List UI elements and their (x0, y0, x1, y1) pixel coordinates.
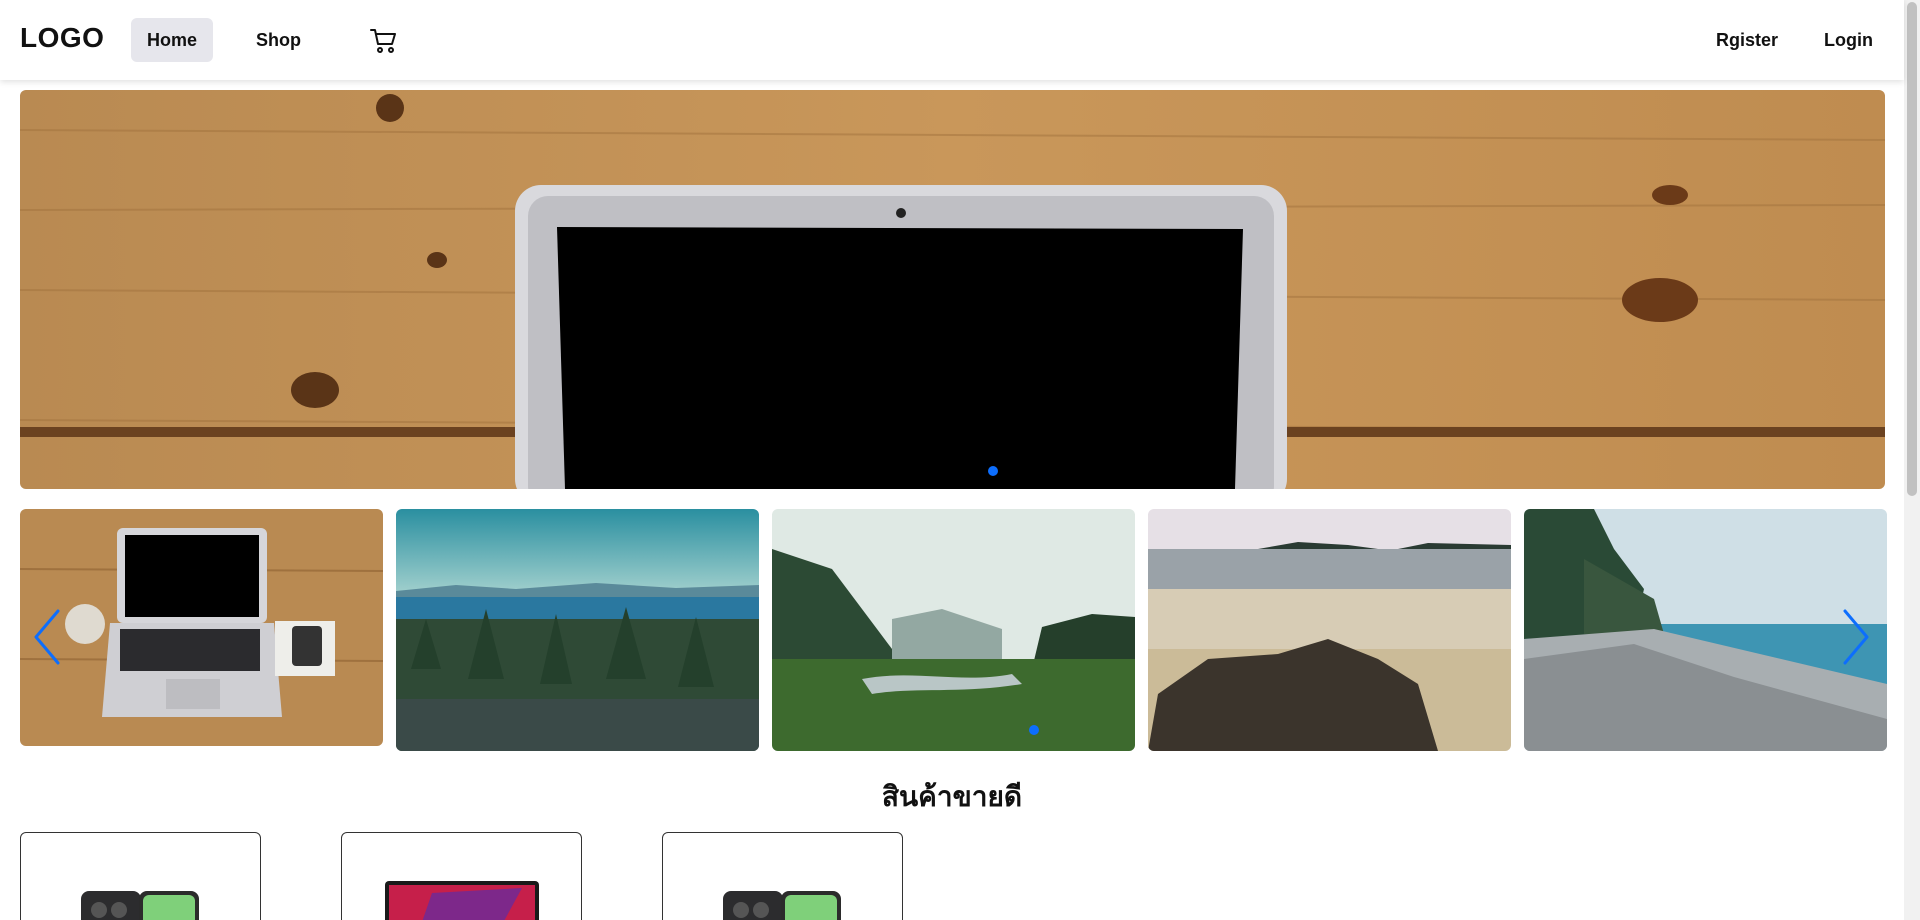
chevron-right-icon[interactable] (1837, 607, 1873, 667)
navbar: LOGO Home Shop Rgister Login (0, 0, 1904, 80)
thumbnail-image (20, 509, 383, 746)
product-card[interactable]: ROG (341, 832, 582, 920)
thumbnail-image (772, 509, 1135, 751)
product-card[interactable] (20, 832, 261, 920)
nav-shop-link[interactable]: Shop (240, 18, 317, 62)
product-card[interactable] (662, 832, 903, 920)
thumbnail-carousel[interactable] (20, 509, 1887, 752)
thumbnail-image (396, 509, 759, 751)
thumbnail-item[interactable] (1148, 509, 1511, 751)
nav-login-link[interactable]: Login (1808, 18, 1889, 62)
thumbnail-item[interactable] (772, 509, 1135, 751)
cart-icon[interactable] (354, 26, 396, 56)
thumbnail-image (1524, 509, 1887, 751)
thumbnail-carousel-indicator[interactable] (1029, 725, 1039, 735)
product-image (81, 891, 199, 920)
hero-slide-indicator[interactable] (988, 466, 998, 476)
logo[interactable]: LOGO (20, 22, 104, 54)
chevron-left-icon[interactable] (30, 607, 66, 667)
product-image: ROG (385, 881, 539, 920)
thumbnail-item[interactable] (1524, 509, 1887, 751)
bestsellers-title: สินค้าขายดี (881, 780, 1023, 813)
page-scrollbar[interactable] (1904, 0, 1920, 920)
hero-image (20, 90, 1885, 489)
scrollbar-thumb[interactable] (1907, 2, 1917, 496)
hero-carousel[interactable] (20, 90, 1885, 489)
nav-register-link[interactable]: Rgister (1700, 18, 1794, 62)
nav-home-link[interactable]: Home (131, 18, 214, 62)
thumbnail-item[interactable] (396, 509, 759, 751)
product-image (723, 891, 841, 920)
thumbnail-item[interactable] (20, 509, 383, 746)
thumbnail-image (1148, 509, 1511, 751)
